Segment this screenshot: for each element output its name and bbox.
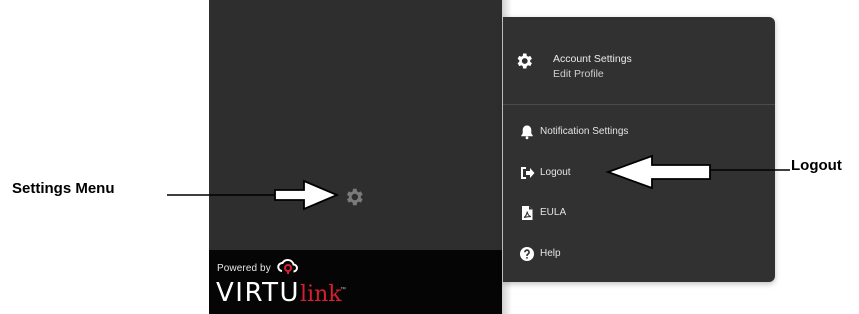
logout-arrow: [605, 154, 790, 190]
settings-menu-arrow: [167, 179, 340, 211]
annotation-arrows: [167, 154, 790, 211]
